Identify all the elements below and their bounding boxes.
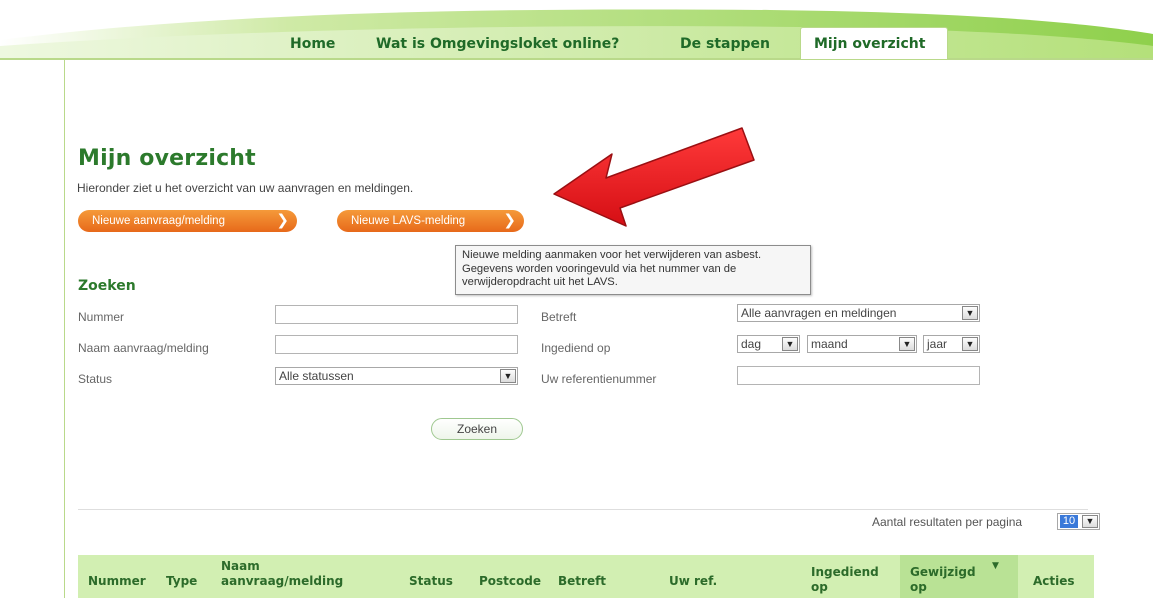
col-uw-ref[interactable]: Uw ref. [669,574,717,589]
tab-de-stappen[interactable]: De stappen [680,32,770,56]
chevron-right-icon: ❯ [276,212,289,229]
page: Home Wat is Omgevingsloket online? De st… [0,0,1153,598]
col-nummer[interactable]: Nummer [88,574,146,589]
dropdown-arrow-icon: ▼ [962,306,978,320]
search-heading: Zoeken [78,278,136,294]
tab-home[interactable]: Home [290,32,335,56]
dropdown-arrow-icon: ▼ [1082,515,1098,528]
red-arrow-annotation [540,118,780,228]
tab-wat-is-omgevingsloket[interactable]: Wat is Omgevingsloket online? [376,32,619,56]
chevron-right-icon: ❯ [503,212,516,229]
col-postcode[interactable]: Postcode [479,574,541,589]
new-lavs-label: Nieuwe LAVS-melding [351,215,466,227]
betreft-select-value: Alle aanvragen en meldingen [741,306,897,320]
intro-text: Hieronder ziet u het overzicht van uw aa… [77,181,414,195]
label-referentie: Uw referentienummer [541,372,657,386]
day-select[interactable]: dag ▼ [737,335,800,353]
label-betreft: Betreft [541,310,577,324]
status-select[interactable]: Alle statussen ▼ [275,367,518,385]
dropdown-arrow-icon: ▼ [500,369,516,383]
col-type[interactable]: Type [166,574,197,589]
divider [78,509,1088,510]
new-lavs-button[interactable]: Nieuwe LAVS-melding ❯ [337,210,524,232]
search-button[interactable]: Zoeken [431,418,523,440]
month-select[interactable]: maand ▼ [807,335,917,353]
tab-mijn-overzicht[interactable]: Mijn overzicht [800,27,948,60]
label-status: Status [78,372,113,386]
col-naam[interactable]: Naam aanvraag/melding [221,559,381,589]
nummer-input[interactable] [275,305,518,324]
dropdown-arrow-icon: ▼ [782,337,798,351]
col-status[interactable]: Status [409,574,453,589]
col-ingediend[interactable]: Ingediend op [811,565,881,595]
per-page-select[interactable]: 10 ▼ [1057,513,1100,530]
month-select-value: maand [811,337,848,351]
new-request-label: Nieuwe aanvraag/melding [92,215,225,227]
per-page-label: Aantal resultaten per pagina [872,515,1023,529]
day-select-value: dag [741,337,762,351]
betreft-select[interactable]: Alle aanvragen en meldingen ▼ [737,304,980,322]
results-table-header: Nummer Type Naam aanvraag/melding Status… [78,555,1094,598]
label-ingediend: Ingediend op [541,341,611,355]
status-select-value: Alle statussen [279,369,354,383]
naam-input[interactable] [275,335,518,354]
label-nummer: Nummer [78,310,125,324]
sort-desc-icon: ▼ [992,561,999,571]
per-page-value: 10 [1060,515,1078,528]
referentie-input[interactable] [737,366,980,385]
year-select-value: jaar [927,337,948,351]
label-naam: Naam aanvraag/melding [78,341,209,355]
col-betreft[interactable]: Betreft [558,574,606,589]
dropdown-arrow-icon: ▼ [962,337,978,351]
page-title: Mijn overzicht [78,146,256,171]
year-select[interactable]: jaar ▼ [923,335,980,353]
col-acties[interactable]: Acties [1033,574,1075,589]
lavs-tooltip: Nieuwe melding aanmaken voor het verwijd… [455,245,811,295]
col-gewijzigd[interactable]: Gewijzigd op ▼ [900,555,1018,598]
col-gewijzigd-label: Gewijzigd op [910,565,976,594]
new-request-button[interactable]: Nieuwe aanvraag/melding ❯ [78,210,297,232]
dropdown-arrow-icon: ▼ [899,337,915,351]
